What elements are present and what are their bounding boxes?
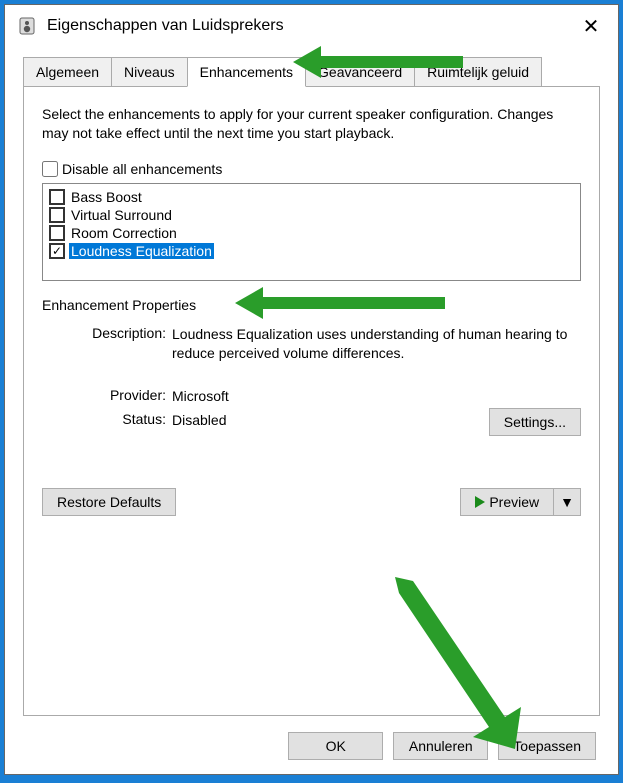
- window-title: Eigenschappen van Luidsprekers: [47, 17, 576, 35]
- panel-bottom-row: Restore Defaults Preview ▼: [42, 488, 581, 516]
- tab-enhancements[interactable]: Enhancements: [187, 57, 306, 87]
- enhancements-list[interactable]: Bass Boost Virtual Surround Room Correct…: [42, 183, 581, 281]
- description-value: Loudness Equalization uses understanding…: [172, 325, 581, 363]
- preview-label: Preview: [489, 494, 539, 510]
- provider-value: Microsoft: [172, 387, 581, 406]
- ok-button[interactable]: OK: [288, 732, 383, 760]
- status-label: Status:: [42, 411, 172, 430]
- dialog-button-row: OK Annuleren Toepassen: [5, 718, 618, 774]
- checkbox-icon[interactable]: [49, 189, 65, 205]
- description-label: Description:: [42, 325, 172, 363]
- provider-label: Provider:: [42, 387, 172, 406]
- disable-all-checkbox[interactable]: [42, 161, 58, 177]
- list-item[interactable]: Virtual Surround: [49, 206, 574, 224]
- tab-ruimtelijk[interactable]: Ruimtelijk geluid: [414, 57, 542, 86]
- list-item[interactable]: ✓ Loudness Equalization: [49, 242, 574, 260]
- tab-strip: Algemeen Niveaus Enhancements Geavanceer…: [23, 57, 600, 86]
- provider-row: Provider: Microsoft: [42, 387, 581, 406]
- checkbox-checked-icon[interactable]: ✓: [49, 243, 65, 259]
- tab-algemeen[interactable]: Algemeen: [23, 57, 112, 86]
- tab-niveaus[interactable]: Niveaus: [111, 57, 188, 86]
- settings-button[interactable]: Settings...: [489, 408, 581, 436]
- cancel-button[interactable]: Annuleren: [393, 732, 488, 760]
- preview-button[interactable]: Preview: [460, 488, 553, 516]
- list-item[interactable]: Bass Boost: [49, 188, 574, 206]
- properties-window: Eigenschappen van Luidsprekers ✕ Algemee…: [4, 4, 619, 775]
- enhancement-label: Loudness Equalization: [69, 243, 214, 259]
- disable-all-row: Disable all enhancements: [42, 161, 581, 177]
- checkbox-icon[interactable]: [49, 225, 65, 241]
- titlebar: Eigenschappen van Luidsprekers ✕: [5, 5, 618, 47]
- panel-description: Select the enhancements to apply for you…: [42, 105, 581, 143]
- list-item[interactable]: Room Correction: [49, 224, 574, 242]
- speaker-icon: [17, 16, 37, 36]
- disable-all-label: Disable all enhancements: [62, 161, 222, 177]
- properties-title: Enhancement Properties: [42, 297, 581, 313]
- tab-geavanceerd[interactable]: Geavanceerd: [305, 57, 415, 86]
- enhancement-label: Bass Boost: [69, 189, 144, 205]
- apply-button[interactable]: Toepassen: [498, 732, 596, 760]
- checkbox-icon[interactable]: [49, 207, 65, 223]
- description-row: Description: Loudness Equalization uses …: [42, 325, 581, 363]
- enhancement-properties-group: Enhancement Properties Description: Loud…: [42, 297, 581, 437]
- tab-panel-enhancements: Select the enhancements to apply for you…: [23, 86, 600, 716]
- content-area: Algemeen Niveaus Enhancements Geavanceer…: [5, 47, 618, 718]
- play-icon: [475, 496, 485, 508]
- preview-dropdown-button[interactable]: ▼: [553, 488, 581, 516]
- close-button[interactable]: ✕: [576, 14, 606, 39]
- enhancement-label: Room Correction: [69, 225, 179, 241]
- preview-button-group: Preview ▼: [460, 488, 581, 516]
- enhancement-label: Virtual Surround: [69, 207, 174, 223]
- restore-defaults-button[interactable]: Restore Defaults: [42, 488, 176, 516]
